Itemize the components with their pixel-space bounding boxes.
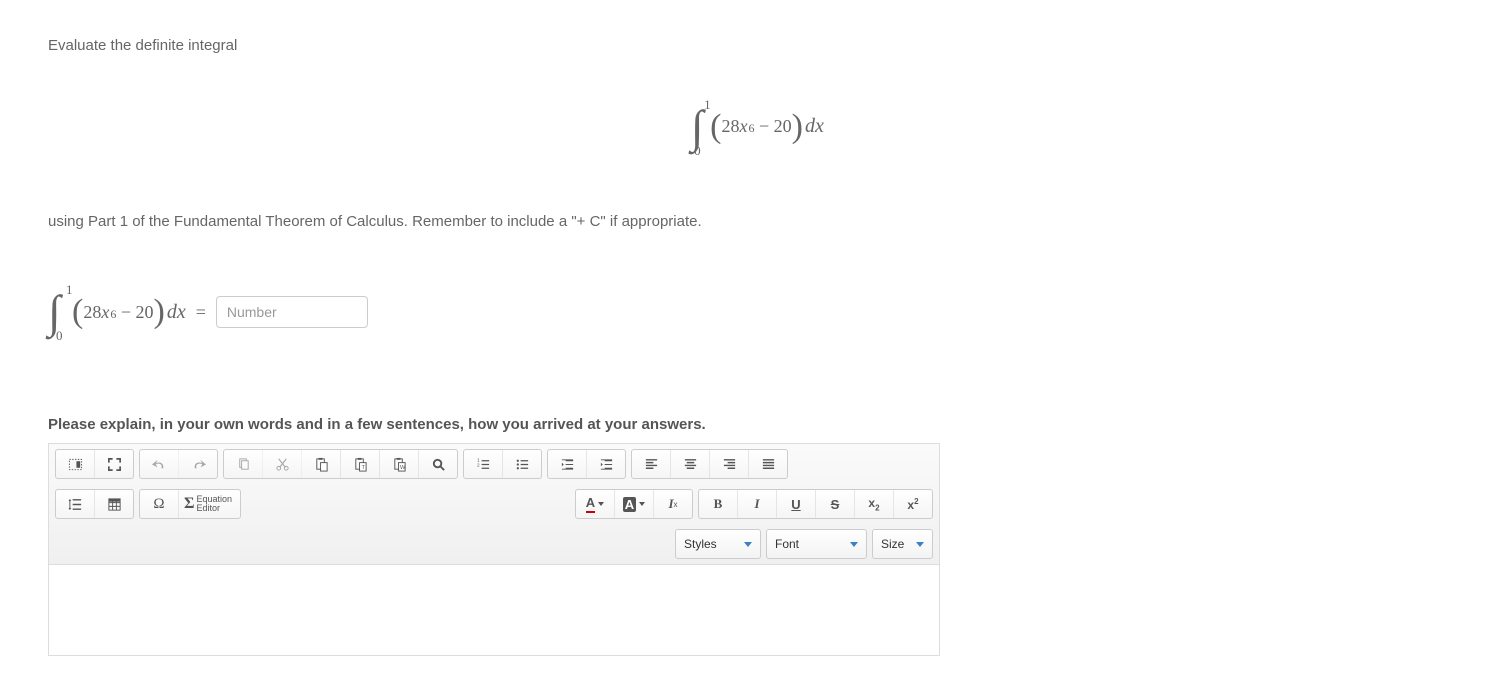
answer-input[interactable] [216,296,368,328]
bg-color-button[interactable]: A [615,490,654,518]
strike-button[interactable]: S [816,490,855,518]
unordered-list-button[interactable] [503,450,541,478]
special-char-button[interactable]: Ω [140,490,179,518]
font-select[interactable]: Font [766,529,867,559]
copy-button[interactable] [224,450,263,478]
text-color-button[interactable]: A [576,490,615,518]
rich-text-editor: T W 12 [48,443,940,656]
indent-button[interactable] [587,450,625,478]
remove-format-button[interactable]: Ix [654,490,692,518]
svg-text:2: 2 [476,462,479,467]
equation-editor-button[interactable]: Σ EquationEditor [179,490,240,518]
ordered-list-button[interactable]: 12 [464,450,503,478]
align-right-button[interactable] [710,450,749,478]
italic-button[interactable]: I [738,490,777,518]
find-button[interactable] [419,450,457,478]
bold-button[interactable]: B [699,490,738,518]
subscript-button[interactable]: x2 [855,490,894,518]
size-select[interactable]: Size [872,529,933,559]
redo-button[interactable] [179,450,217,478]
equals-sign: = [196,302,206,323]
paste-button[interactable] [302,450,341,478]
styles-select[interactable]: Styles [675,529,761,559]
underline-button[interactable]: U [777,490,816,518]
outdent-button[interactable] [548,450,587,478]
integral-display: ∫ 1 0 ( 28x6 − 20 ) ddxx [48,103,1462,151]
explain-label: Please explain, in your own words and in… [48,416,1462,433]
undo-button[interactable] [140,450,179,478]
svg-text:W: W [399,465,405,471]
problem-followup: using Part 1 of the Fundamental Theorem … [48,211,1462,234]
cut-button[interactable] [263,450,302,478]
problem-intro: Evaluate the definite integral [48,35,1462,58]
superscript-button[interactable]: x2 [894,490,932,518]
svg-text:T: T [361,465,365,471]
align-justify-button[interactable] [749,450,787,478]
source-button[interactable] [56,450,95,478]
editor-toolbar: T W 12 [49,444,939,565]
paste-text-button[interactable]: T [341,450,380,478]
answer-row: ∫ 1 0 ( 28x6 − 20 ) dx = [48,288,1462,336]
table-button[interactable] [95,490,133,518]
align-center-button[interactable] [671,450,710,478]
line-height-button[interactable] [56,490,95,518]
align-left-button[interactable] [632,450,671,478]
editor-content-area[interactable] [49,565,939,655]
maximize-button[interactable] [95,450,133,478]
paste-word-button[interactable]: W [380,450,419,478]
